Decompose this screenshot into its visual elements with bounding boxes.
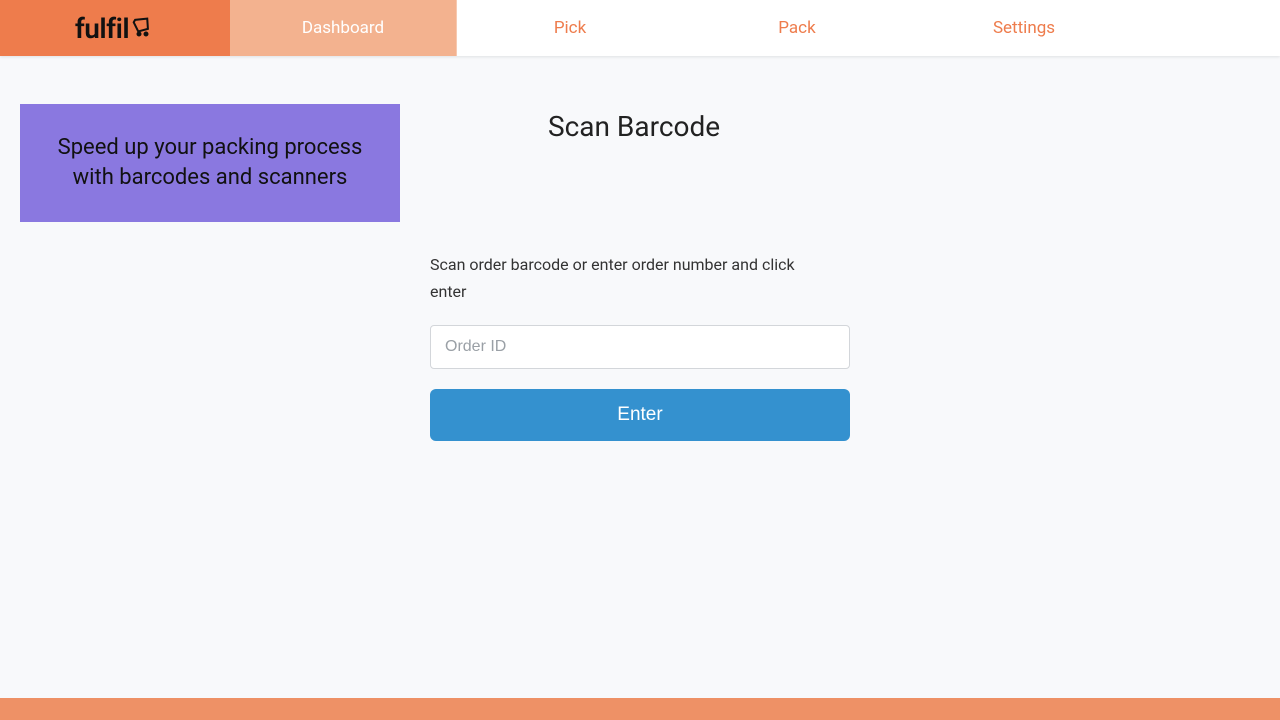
instruction-text: Scan order barcode or enter order number… (430, 251, 830, 305)
footer-bar (0, 698, 1280, 720)
brand-name: fulfil (75, 12, 129, 45)
brand-logo: fulfil (75, 12, 155, 45)
order-id-input[interactable] (430, 325, 850, 369)
logo-cell: fulfil (0, 0, 230, 56)
nav-tab-dashboard[interactable]: Dashboard (230, 0, 457, 56)
nav-tab-pack[interactable]: Pack (684, 0, 911, 56)
content-area: Speed up your packing process with barco… (0, 56, 1280, 441)
nav-tab-label: Pick (554, 18, 586, 38)
main-column: Scan Barcode Scan order barcode or enter… (430, 104, 850, 441)
top-nav: fulfil Dashboard Pick Pack Settings (0, 0, 1280, 56)
promo-text: Speed up your packing process with barco… (38, 133, 382, 192)
enter-button[interactable]: Enter (430, 389, 850, 441)
nav-tab-pick[interactable]: Pick (457, 0, 684, 56)
nav-tab-label: Dashboard (302, 18, 384, 38)
nav-tab-label: Pack (778, 18, 815, 38)
nav-tab-label: Settings (993, 18, 1055, 38)
page-heading: Scan Barcode (548, 110, 850, 143)
cart-icon (131, 12, 155, 45)
nav-tab-settings[interactable]: Settings (911, 0, 1138, 56)
promo-banner: Speed up your packing process with barco… (20, 104, 400, 222)
